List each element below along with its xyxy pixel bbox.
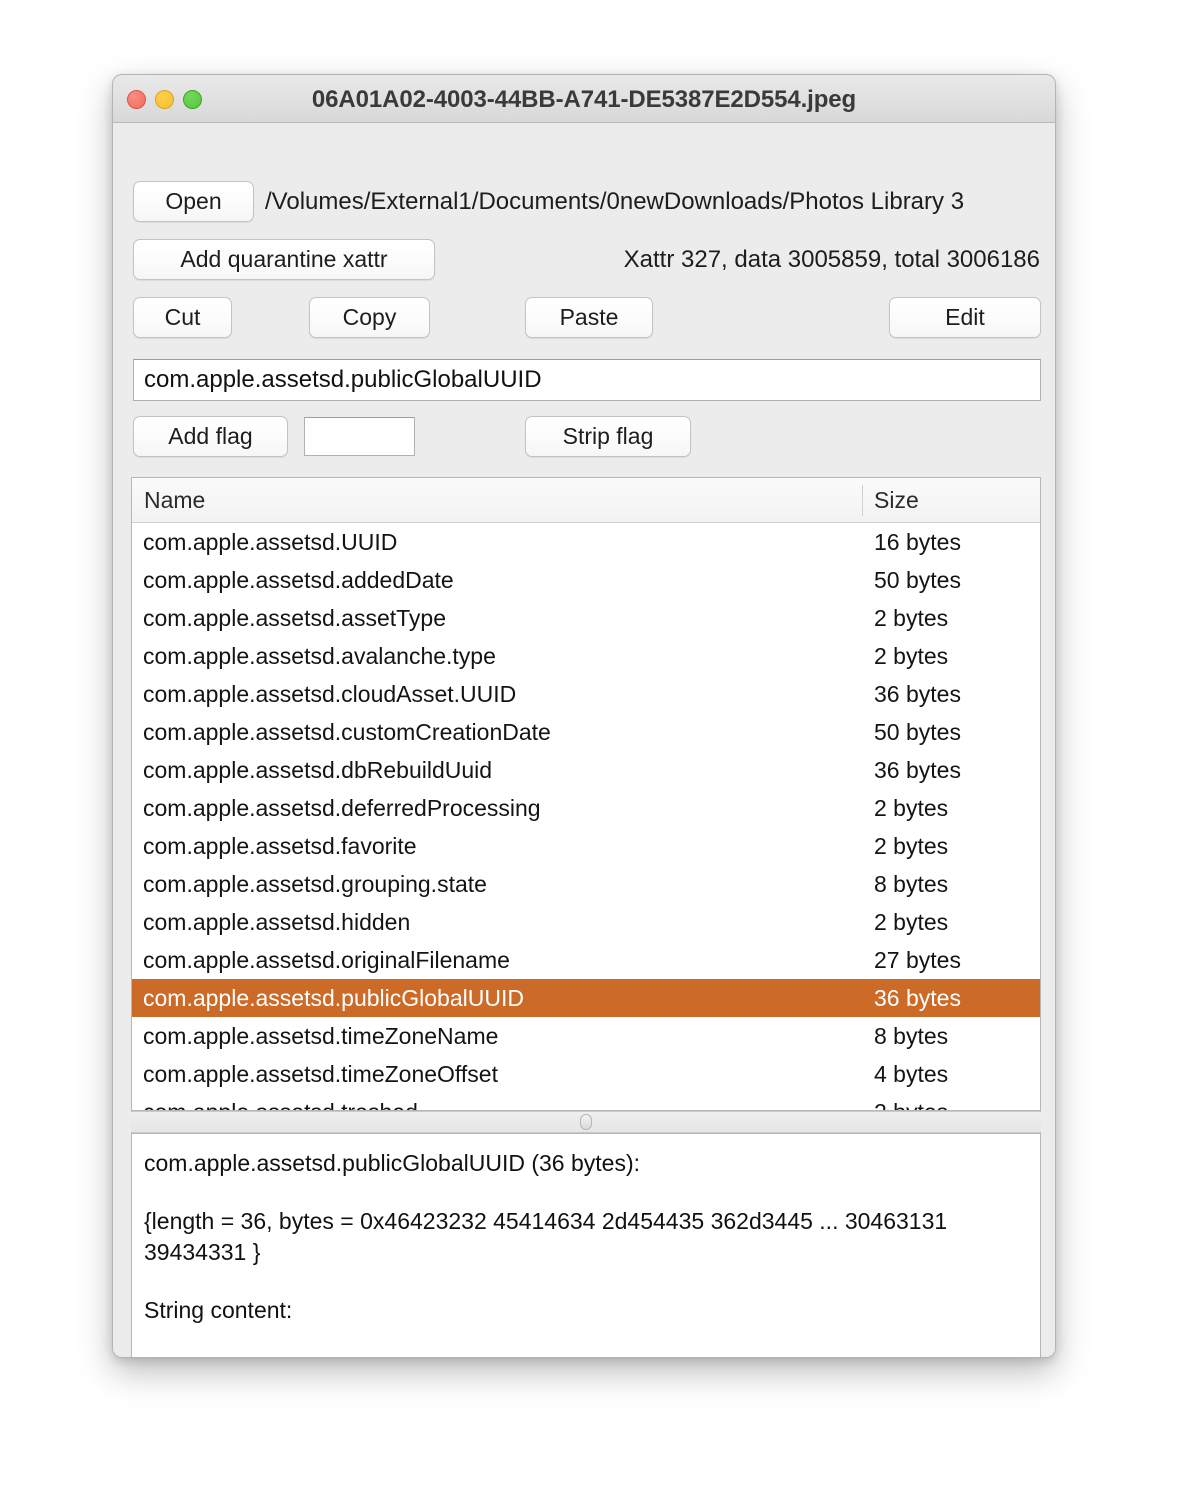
pane-splitter[interactable] (131, 1111, 1041, 1133)
cell-attribute-name: com.apple.assetsd.favorite (143, 832, 417, 859)
attribute-name-input[interactable]: com.apple.assetsd.publicGlobalUUID (133, 359, 1041, 401)
strip-flag-button[interactable]: Strip flag (525, 416, 691, 457)
detail-header: com.apple.assetsd.publicGlobalUUID (36 b… (144, 1150, 641, 1176)
table-row[interactable]: com.apple.assetsd.grouping.state 8 bytes (132, 865, 1040, 903)
detail-string-value: FB22EAF4-ED56-4ECE-AA03-ED870F119CC1 (144, 1353, 1028, 1357)
cell-attribute-size: 2 bytes (862, 1099, 1040, 1111)
table-row[interactable]: com.apple.assetsd.hidden 2 bytes (132, 903, 1040, 941)
add-quarantine-xattr-button[interactable]: Add quarantine xattr (133, 239, 435, 280)
edit-button[interactable]: Edit (889, 297, 1041, 338)
cell-attribute-size: 8 bytes (874, 1022, 949, 1049)
xattr-editor-window: 06A01A02-4003-44BB-A741-DE5387E2D554.jpe… (112, 74, 1056, 1358)
copy-button[interactable]: Copy (309, 297, 430, 338)
table-row[interactable]: com.apple.assetsd.deferredProcessing 2 by… (132, 789, 1040, 827)
column-header-size[interactable]: Size (862, 478, 1040, 523)
cell-attribute-size: 36 bytes (874, 680, 961, 707)
cell-attribute-name: com.apple.assetsd.timeZoneName (143, 1022, 499, 1049)
cell-attribute-name: com.apple.assetsd.grouping.state (143, 870, 487, 897)
cell-attribute-size: 2 bytes (874, 832, 949, 859)
cell-attribute-name: com.apple.assetsd.avalanche.type (143, 642, 496, 669)
cell-attribute-size: 4 bytes (874, 1060, 949, 1087)
cell-attribute-size: 8 bytes (874, 870, 949, 897)
cell-attribute-name: com.apple.assetsd.trashed (132, 1099, 862, 1111)
cell-attribute-name: com.apple.assetsd.deferredProcessing (143, 794, 541, 821)
table-body: com.apple.assetsd.UUID 16 bytes com.apple.… (132, 523, 1040, 1111)
cell-attribute-name: com.apple.assetsd.timeZoneOffset (143, 1060, 498, 1087)
xattr-table: Name Size com.apple.assetsd.UUID 16 bytes… (131, 477, 1041, 1111)
cell-attribute-size: 27 bytes (874, 946, 961, 973)
table-row[interactable]: com.apple.assetsd.UUID 16 bytes (132, 523, 1040, 561)
cell-attribute-size: 16 bytes (874, 528, 961, 555)
table-row[interactable]: com.apple.assetsd.publicGlobalUUID 36 byt… (132, 979, 1040, 1017)
table-row[interactable]: com.apple.assetsd.trashed2 bytes (132, 1093, 1040, 1111)
cell-attribute-name: com.apple.assetsd.addedDate (143, 566, 454, 593)
attribute-detail-panel[interactable]: com.apple.assetsd.publicGlobalUUID (36 b… (131, 1133, 1041, 1357)
table-row[interactable]: com.apple.assetsd.customCreationDate 50 b… (132, 713, 1040, 751)
table-row[interactable]: com.apple.assetsd.favorite 2 bytes (132, 827, 1040, 865)
window-title: 06A01A02-4003-44BB-A741-DE5387E2D554.jpe… (311, 86, 857, 113)
window-titlebar[interactable]: 06A01A02-4003-44BB-A741-DE5387E2D554.jpe… (113, 75, 1055, 123)
table-row[interactable]: com.apple.assetsd.assetType 2 bytes (132, 599, 1040, 637)
cut-button[interactable]: Cut (133, 297, 232, 338)
cell-attribute-name: com.apple.assetsd.dbRebuildUuid (143, 756, 493, 783)
table-header-row: Name Size (132, 478, 1040, 523)
cell-attribute-size: 2 bytes (874, 642, 949, 669)
table-row[interactable]: com.apple.assetsd.timeZoneName 8 bytes (132, 1017, 1040, 1055)
cell-attribute-size: 50 bytes (874, 566, 961, 593)
table-row[interactable]: com.apple.assetsd.cloudAsset.UUID 36 byte… (132, 675, 1040, 713)
open-button[interactable]: Open (133, 181, 254, 222)
cell-attribute-size: 36 bytes (874, 756, 961, 783)
cell-attribute-name: com.apple.assetsd.originalFilename (143, 946, 510, 973)
cell-attribute-size: 2 bytes (874, 604, 949, 631)
xattr-stats-label: Xattr 327, data 3005859, total 3006186 (623, 245, 1040, 273)
cell-attribute-name: com.apple.assetsd.assetType (143, 604, 446, 631)
table-row[interactable]: com.apple.assetsd.originalFilename 27 byt… (132, 941, 1040, 979)
column-header-name[interactable]: Name (132, 478, 862, 523)
cell-attribute-name: com.apple.assetsd.UUID (143, 528, 398, 555)
detail-string-label: String content: (144, 1297, 293, 1324)
flag-value-input[interactable] (304, 417, 415, 456)
cell-attribute-name: com.apple.assetsd.hidden (143, 908, 411, 935)
cell-attribute-name: com.apple.assetsd.cloudAsset.UUID (143, 680, 517, 707)
cell-attribute-name: com.apple.assetsd.customCreationDate (143, 718, 551, 745)
cell-attribute-size: 2 bytes (874, 908, 949, 935)
add-flag-button[interactable]: Add flag (133, 416, 288, 457)
file-path-label: /Volumes/External1/Documents/0newDownloa… (265, 187, 965, 215)
paste-button[interactable]: Paste (525, 297, 653, 338)
detail-bytes: {length = 36, bytes = 0x46423232 4541463… (144, 1207, 948, 1266)
cell-attribute-size: 50 bytes (874, 718, 961, 745)
cell-attribute-name: com.apple.assetsd.publicGlobalUUID (143, 984, 524, 1011)
table-row[interactable]: com.apple.assetsd.dbRebuildUuid 36 bytes (132, 751, 1040, 789)
table-row[interactable]: com.apple.assetsd.avalanche.type 2 bytes (132, 637, 1040, 675)
window-content: Open /Volumes/External1/Documents/0newDo… (113, 123, 1055, 1357)
splitter-handle-icon[interactable] (580, 1114, 592, 1130)
cell-attribute-size: 2 bytes (874, 794, 949, 821)
table-row[interactable]: com.apple.assetsd.timeZoneOffset 4 bytes (132, 1055, 1040, 1093)
cell-attribute-size: 36 bytes (874, 984, 961, 1011)
table-row[interactable]: com.apple.assetsd.addedDate 50 bytes (132, 561, 1040, 599)
